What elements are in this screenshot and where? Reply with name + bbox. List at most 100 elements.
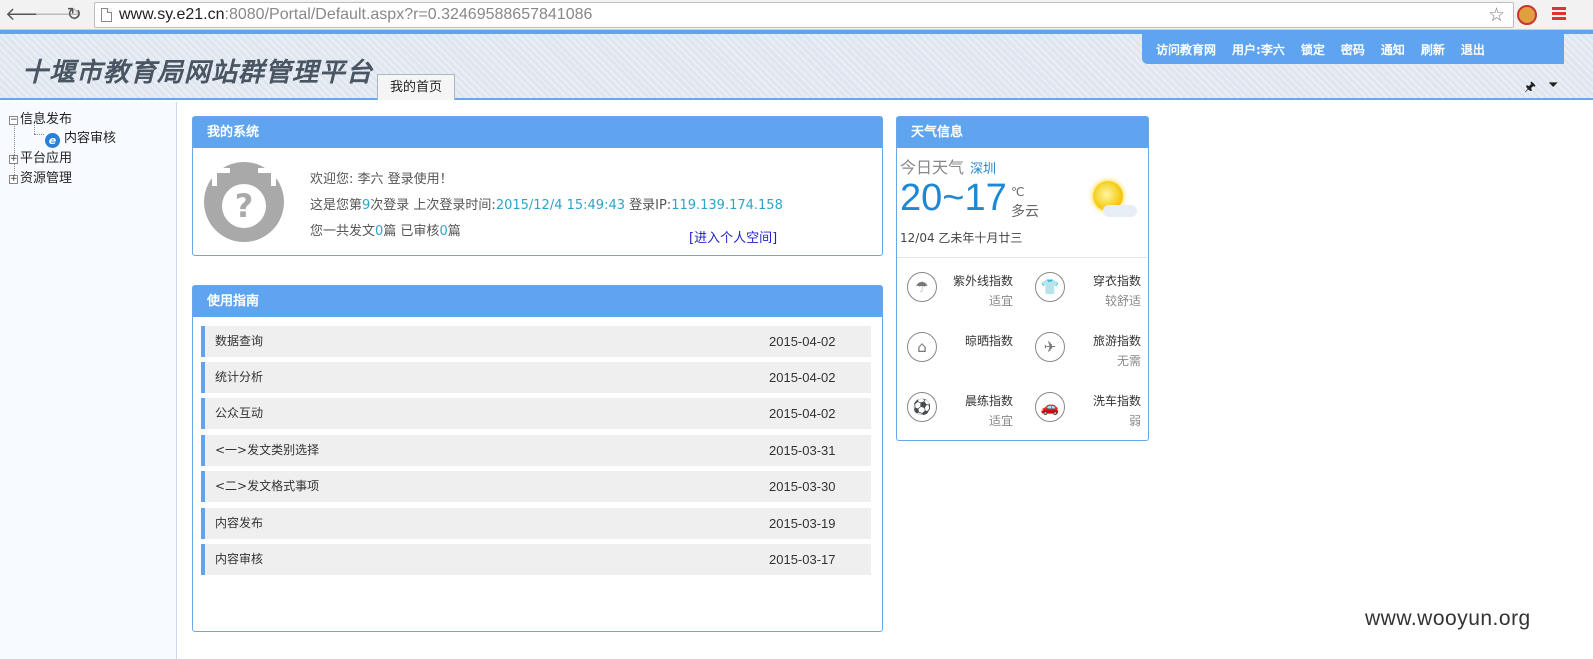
temp-unit: ℃ [1011, 185, 1025, 199]
reviewed-count: 0 [439, 224, 448, 239]
welcome-text: 欢迎您: 李六 登录使用！ [310, 172, 453, 187]
post-stats: 您一共发文0篇 已审核0篇 [310, 224, 461, 239]
hanger-icon: ⌂ [907, 332, 937, 362]
extension-icon[interactable] [1517, 5, 1537, 25]
guide-row[interactable]: <一>发文类别选择 2015-03-31 [201, 435, 871, 466]
plane-icon: ✈ [1035, 332, 1065, 362]
guide-row[interactable]: <二>发文格式事项 2015-03-30 [201, 471, 871, 502]
guide-date: 2015-03-31 [769, 443, 836, 458]
weather-condition: 多云 [1011, 204, 1039, 220]
guide-title[interactable]: <一>发文类别选择 [215, 435, 319, 466]
collapse-icon[interactable]: ⏷ [1548, 78, 1558, 93]
address-bar[interactable]: www.sy.e21.cn:8080/Portal/Default.aspx?r… [94, 2, 1514, 28]
travel-index: ✈ 旅游指数 无需 [1027, 320, 1147, 378]
cloud-icon [1103, 205, 1137, 217]
bookmark-star-icon[interactable]: ☆ [1488, 4, 1505, 26]
personal-space-link[interactable]: [进入个人空间] [689, 227, 777, 246]
panel-title: 我的系统 [193, 117, 882, 148]
tree-item-resource-mgmt[interactable]: + 资源管理 [9, 167, 72, 186]
usage-guide-panel: 使用指南 数据查询 2015-04-02 统计分析 2015-04-02 公众互动 2… [192, 285, 883, 632]
guide-date: 2015-04-02 [769, 406, 836, 421]
expand-toggle-icon[interactable]: + [9, 175, 18, 184]
car-icon: 🚗 [1035, 392, 1065, 422]
top-nav: 访问教育网 用户:李六 锁定 密码 通知 刷新 退出 [1142, 34, 1564, 64]
index-name: 晨练指数 [964, 394, 1013, 408]
app-header: 十堰市教育局网站群管理平台 我的首页 访问教育网 用户:李六 锁定 密码 通知 … [0, 30, 1593, 100]
exercise-index: ⚽ 晨练指数 适宜 [899, 380, 1019, 438]
tree-item-label: 资源管理 [20, 171, 73, 186]
nav-notice[interactable]: 通知 [1381, 41, 1405, 58]
tree-item-platform-apps[interactable]: + 平台应用 [9, 147, 72, 166]
guide-date: 2015-03-17 [769, 552, 836, 567]
guide-row[interactable]: 内容发布 2015-03-19 [201, 508, 871, 539]
ie-page-icon: e [45, 133, 60, 148]
guide-row[interactable]: 统计分析 2015-04-02 [201, 362, 871, 393]
weather-panel: 天气信息 今日天气 深圳 20~17 ℃ 多云 12/04 乙未年十月廿三 ☂ 紫… [896, 116, 1149, 441]
index-name: 晾晒指数 [964, 334, 1013, 348]
guide-row[interactable]: 内容审核 2015-03-17 [201, 544, 871, 575]
collapse-toggle-icon[interactable]: − [9, 116, 18, 125]
unknown-user-icon: ? [222, 184, 266, 228]
guide-row[interactable]: 数据查询 2015-04-02 [201, 326, 871, 357]
tree-item-label: 内容审核 [64, 131, 117, 146]
tree-item-label: 平台应用 [20, 151, 73, 166]
back-icon[interactable]: 🡐 [5, 4, 53, 26]
index-name: 旅游指数 [1092, 334, 1141, 348]
weather-today: 今日天气 深圳 [900, 158, 997, 177]
watermark: www.wooyun.org [1365, 607, 1531, 630]
browser-toolbar: 🡐 🡒 ↻ www.sy.e21.cn:8080/Portal/Default.… [0, 0, 1593, 30]
guide-title[interactable]: 公众互动 [215, 398, 263, 429]
panel-title: 使用指南 [193, 286, 882, 317]
nav-visit-edu-net[interactable]: 访问教育网 [1156, 41, 1216, 58]
nav-logout[interactable]: 退出 [1461, 41, 1485, 58]
guide-title[interactable]: 内容审核 [215, 544, 263, 575]
page-icon [101, 8, 112, 22]
forward-icon[interactable]: 🡒 [34, 4, 82, 26]
browser-menu-icon[interactable] [1552, 7, 1566, 22]
tree-item-label: 信息发布 [20, 112, 73, 127]
tab-home[interactable]: 我的首页 [377, 74, 455, 100]
index-value: 适宜 [988, 294, 1013, 308]
pin-icon[interactable]: 🖈 [1524, 78, 1536, 100]
index-name: 紫外线指数 [952, 274, 1013, 288]
url-host: www.sy.e21.cn [119, 6, 225, 23]
index-value: 弱 [1128, 414, 1141, 428]
weather-city[interactable]: 深圳 [970, 162, 996, 177]
tree-item-info-publish[interactable]: − 信息发布 [9, 108, 72, 127]
nav-user[interactable]: 用户:李六 [1232, 41, 1285, 58]
login-info: 这是您第9次登录 上次登录时间:2015/12/4 15:49:43 登录IP:… [310, 198, 783, 213]
nav-lock[interactable]: 锁定 [1301, 41, 1325, 58]
my-system-panel: 我的系统 ? 欢迎您: 李六 登录使用！ 这是您第9次登录 上次登录时间:201… [192, 116, 883, 256]
guide-title[interactable]: 统计分析 [215, 362, 263, 393]
url-path: :8080/Portal/Default.aspx?r=0.3246958865… [224, 6, 593, 23]
shirt-icon: 👕 [1035, 272, 1065, 302]
nav-refresh[interactable]: 刷新 [1421, 41, 1445, 58]
dress-index: 👕 穿衣指数 较舒适 [1027, 260, 1147, 318]
sidebar-tree: − 信息发布 e 内容审核 + 平台应用 + 资源管理 [0, 102, 177, 659]
guide-title[interactable]: 内容发布 [215, 508, 263, 539]
guide-date: 2015-04-02 [769, 334, 836, 349]
guide-date: 2015-03-30 [769, 479, 836, 494]
guide-date: 2015-04-02 [769, 370, 836, 385]
ball-icon: ⚽ [907, 392, 937, 422]
weather-date: 12/04 乙未年十月廿三 [900, 231, 1023, 245]
nav-password[interactable]: 密码 [1341, 41, 1365, 58]
panel-title: 天气信息 [897, 117, 1148, 148]
guide-date: 2015-03-19 [769, 516, 836, 531]
index-name: 穿衣指数 [1092, 274, 1141, 288]
guide-title[interactable]: 数据查询 [215, 326, 263, 357]
guide-row[interactable]: 公众互动 2015-04-02 [201, 398, 871, 429]
index-value: 无需 [1116, 354, 1141, 368]
index-name: 洗车指数 [1092, 394, 1141, 408]
carwash-index: 🚗 洗车指数 弱 [1027, 380, 1147, 438]
last-login-time: 2015/12/4 15:49:43 [495, 198, 625, 213]
guide-title[interactable]: <二>发文格式事项 [215, 471, 319, 502]
weather-temp: 20~17 [900, 177, 1007, 219]
uv-index: ☂ 紫外线指数 适宜 [899, 260, 1019, 318]
url-text[interactable]: www.sy.e21.cn:8080/Portal/Default.aspx?r… [119, 6, 592, 24]
umbrella-icon: ☂ [907, 272, 937, 302]
login-ip: 119.139.174.158 [671, 198, 783, 213]
tree-item-content-review[interactable]: e 内容审核 [45, 127, 116, 148]
reload-icon[interactable]: ↻ [63, 4, 85, 26]
expand-toggle-icon[interactable]: + [9, 155, 18, 164]
